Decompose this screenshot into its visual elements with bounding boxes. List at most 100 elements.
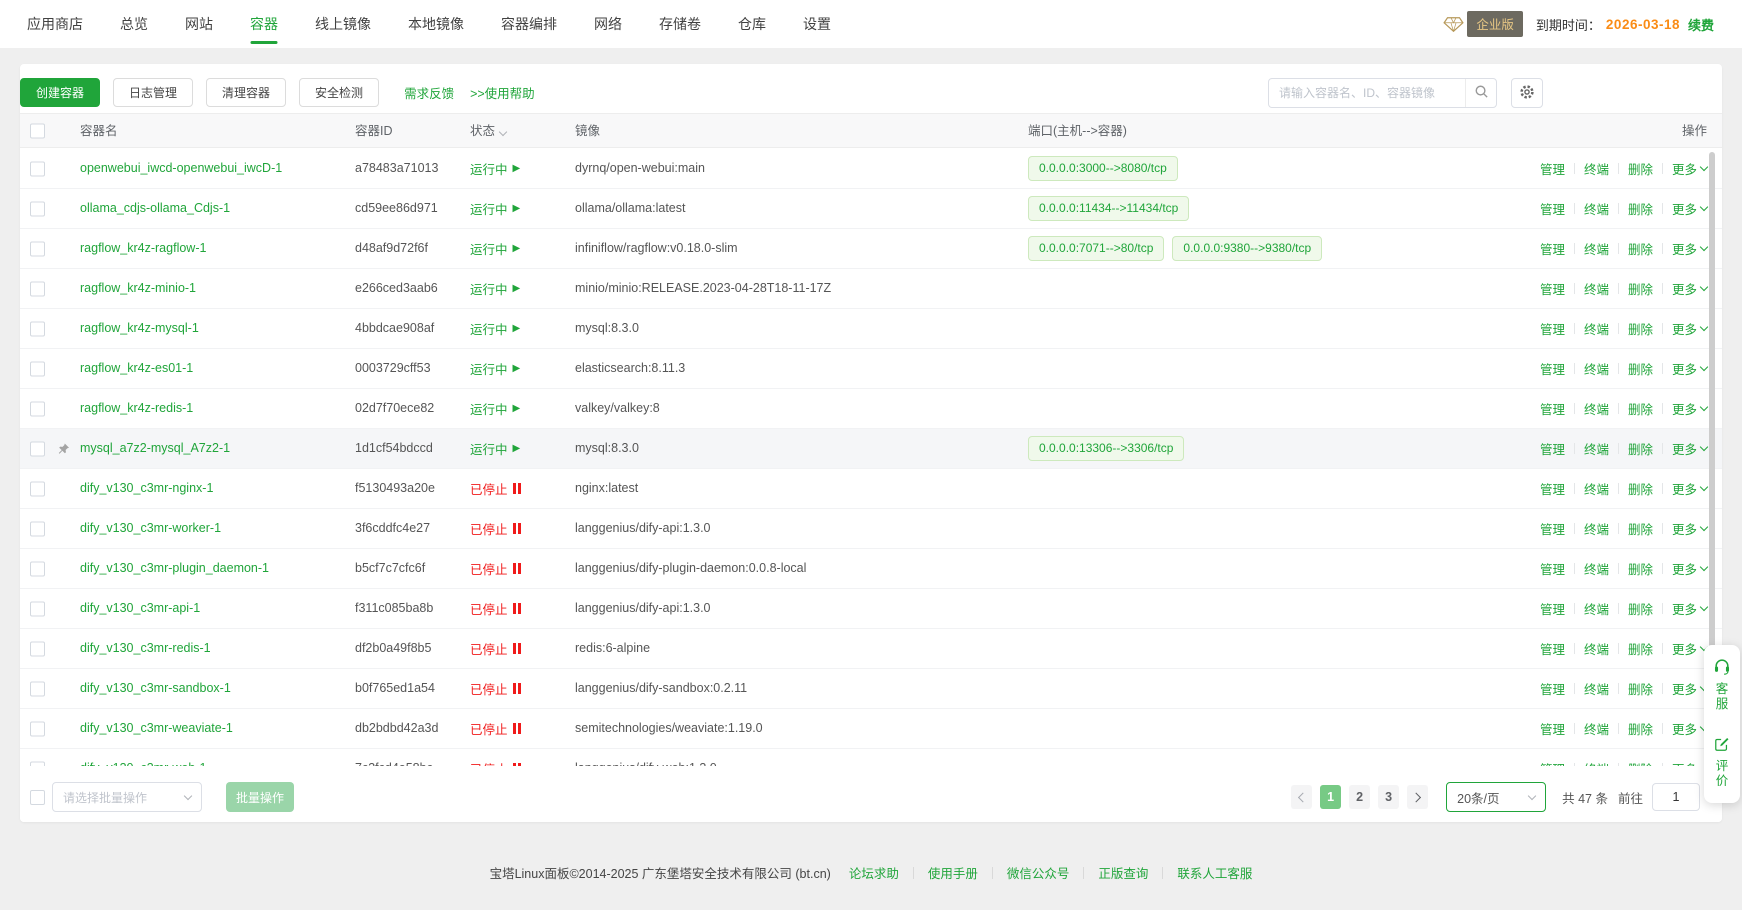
row-action-more[interactable]: 更多 (1672, 679, 1707, 698)
container-status[interactable]: 已停止 (470, 469, 521, 508)
row-action-more[interactable]: 更多 (1672, 439, 1707, 458)
container-name-link[interactable]: dify_v130_c3mr-weaviate-1 (80, 709, 233, 748)
nav-item-2[interactable]: 总览 (120, 0, 148, 48)
customer-service-button[interactable]: 客服 (1713, 657, 1731, 712)
row-action-manage[interactable]: 管理 (1540, 359, 1565, 378)
page-button-2[interactable]: 2 (1349, 785, 1370, 809)
row-action-delete[interactable]: 删除 (1628, 319, 1653, 338)
row-action-terminal[interactable]: 终端 (1584, 439, 1609, 458)
row-action-terminal[interactable]: 终端 (1584, 719, 1609, 738)
container-name-link[interactable]: dify_v130_c3mr-worker-1 (80, 509, 221, 548)
container-status[interactable]: 已停止 (470, 549, 521, 588)
row-action-delete[interactable]: 删除 (1628, 199, 1653, 218)
row-action-manage[interactable]: 管理 (1540, 439, 1565, 458)
row-action-terminal[interactable]: 终端 (1584, 479, 1609, 498)
port-mapping-badge[interactable]: 0.0.0.0:3000-->8080/tcp (1028, 156, 1178, 181)
container-status[interactable]: 运行中▶ (470, 149, 520, 188)
toolbar-link-2[interactable]: >>使用帮助 (470, 83, 535, 102)
row-checkbox[interactable] (30, 201, 45, 216)
row-action-terminal[interactable]: 终端 (1584, 279, 1609, 298)
container-name-link[interactable]: dify_v130_c3mr-nginx-1 (80, 469, 213, 508)
nav-item-5[interactable]: 线上镜像 (315, 0, 371, 48)
row-action-terminal[interactable]: 终端 (1584, 679, 1609, 698)
port-mapping-badge[interactable]: 0.0.0.0:13306-->3306/tcp (1028, 436, 1184, 461)
row-action-manage[interactable]: 管理 (1540, 519, 1565, 538)
row-action-delete[interactable]: 删除 (1628, 239, 1653, 258)
toolbar-link-1[interactable]: 需求反馈 (404, 83, 454, 102)
container-status[interactable]: 运行中▶ (470, 229, 520, 268)
row-action-delete[interactable]: 删除 (1628, 359, 1653, 378)
container-name-link[interactable]: dify_v130_c3mr-api-1 (80, 589, 200, 628)
row-checkbox[interactable] (30, 441, 45, 456)
row-checkbox[interactable] (30, 601, 45, 616)
row-action-manage[interactable]: 管理 (1540, 599, 1565, 618)
row-action-more[interactable]: 更多 (1672, 559, 1707, 578)
row-action-manage[interactable]: 管理 (1540, 159, 1565, 178)
footer-link-5[interactable]: 联系人工客服 (1177, 863, 1252, 882)
row-action-terminal[interactable]: 终端 (1584, 199, 1609, 218)
rate-button[interactable]: 评价 (1714, 736, 1730, 789)
page-button-3[interactable]: 3 (1378, 785, 1399, 809)
row-action-more[interactable]: 更多 (1672, 639, 1707, 658)
row-action-manage[interactable]: 管理 (1540, 759, 1565, 766)
footer-link-3[interactable]: 微信公众号 (1007, 863, 1070, 882)
container-name-link[interactable]: dify_v130_c3mr-web-1 (80, 749, 206, 766)
nav-item-3[interactable]: 网站 (185, 0, 213, 48)
container-status[interactable]: 已停止 (470, 629, 521, 668)
container-name-link[interactable]: openwebui_iwcd-openwebui_iwcD-1 (80, 149, 282, 188)
port-mapping-badge[interactable]: 0.0.0.0:9380-->9380/tcp (1172, 236, 1322, 261)
column-header-status[interactable]: 状态 (470, 114, 506, 148)
container-name-link[interactable]: ragflow_kr4z-minio-1 (80, 269, 196, 308)
row-action-terminal[interactable]: 终端 (1584, 239, 1609, 258)
row-action-terminal[interactable]: 终端 (1584, 319, 1609, 338)
container-name-link[interactable]: dify_v130_c3mr-redis-1 (80, 629, 211, 668)
row-action-more[interactable]: 更多 (1672, 239, 1707, 258)
row-checkbox[interactable] (30, 681, 45, 696)
row-action-manage[interactable]: 管理 (1540, 559, 1565, 578)
row-action-more[interactable]: 更多 (1672, 519, 1707, 538)
container-status[interactable]: 已停止 (470, 589, 521, 628)
vertical-scrollbar[interactable] (1709, 152, 1715, 652)
row-action-more[interactable]: 更多 (1672, 359, 1707, 378)
row-action-more[interactable]: 更多 (1672, 279, 1707, 298)
row-action-terminal[interactable]: 终端 (1584, 519, 1609, 538)
row-action-delete[interactable]: 删除 (1628, 599, 1653, 618)
row-action-manage[interactable]: 管理 (1540, 399, 1565, 418)
container-name-link[interactable]: ollama_cdjs-ollama_Cdjs-1 (80, 189, 230, 228)
container-name-link[interactable]: mysql_a7z2-mysql_A7z2-1 (80, 429, 230, 468)
row-action-delete[interactable]: 删除 (1628, 719, 1653, 738)
row-checkbox[interactable] (30, 721, 45, 736)
batch-operation-button[interactable]: 批量操作 (226, 782, 294, 812)
row-action-manage[interactable]: 管理 (1540, 679, 1565, 698)
footer-link-1[interactable]: 论坛求助 (849, 863, 899, 882)
batch-operation-select[interactable]: 请选择批量操作 (52, 782, 202, 812)
prev-page-button[interactable] (1291, 785, 1312, 809)
container-name-link[interactable]: dify_v130_c3mr-sandbox-1 (80, 669, 231, 708)
toolbar-button-1[interactable]: 日志管理 (113, 78, 193, 107)
row-checkbox[interactable] (30, 401, 45, 416)
row-action-terminal[interactable]: 终端 (1584, 359, 1609, 378)
row-action-manage[interactable]: 管理 (1540, 719, 1565, 738)
select-all-checkbox[interactable] (30, 123, 45, 138)
row-action-delete[interactable]: 删除 (1628, 679, 1653, 698)
search-input[interactable] (1269, 86, 1465, 100)
row-action-delete[interactable]: 删除 (1628, 439, 1653, 458)
row-checkbox[interactable] (30, 641, 45, 656)
row-action-delete[interactable]: 删除 (1628, 759, 1653, 766)
row-action-more[interactable]: 更多 (1672, 759, 1707, 766)
row-action-terminal[interactable]: 终端 (1584, 599, 1609, 618)
page-size-select[interactable]: 20条/页 (1446, 782, 1546, 812)
row-checkbox[interactable] (30, 481, 45, 496)
container-status[interactable]: 运行中▶ (470, 269, 520, 308)
row-action-delete[interactable]: 删除 (1628, 159, 1653, 178)
toolbar-button-2[interactable]: 清理容器 (206, 78, 286, 107)
row-action-terminal[interactable]: 终端 (1584, 399, 1609, 418)
container-status[interactable]: 运行中▶ (470, 429, 520, 468)
container-name-link[interactable]: ragflow_kr4z-mysql-1 (80, 309, 199, 348)
row-action-manage[interactable]: 管理 (1540, 199, 1565, 218)
row-action-terminal[interactable]: 终端 (1584, 159, 1609, 178)
row-action-delete[interactable]: 删除 (1628, 399, 1653, 418)
create-container-button[interactable]: 创建容器 (20, 78, 100, 107)
batch-select-all-checkbox[interactable] (30, 790, 45, 805)
row-action-more[interactable]: 更多 (1672, 399, 1707, 418)
